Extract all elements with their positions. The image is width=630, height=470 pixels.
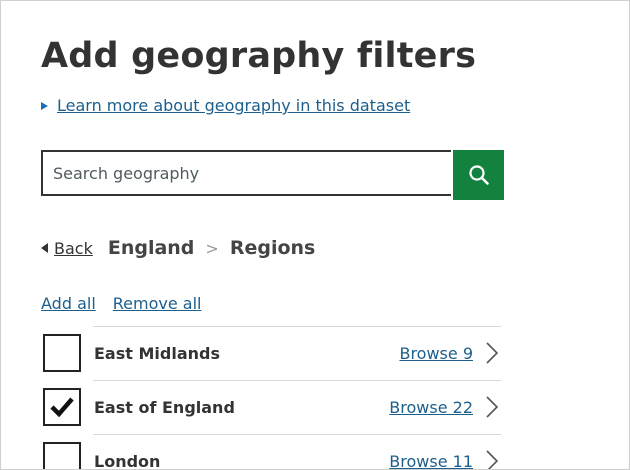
triangle-right-icon [41,101,48,110]
list-item: London Browse 11 [41,434,501,470]
chevron-right-icon[interactable] [485,395,499,419]
learn-more-link[interactable]: Learn more about geography in this datas… [57,96,410,115]
breadcrumb-separator: > [205,238,219,258]
browse-link[interactable]: Browse 9 [399,344,473,363]
region-label: East Midlands [94,344,220,363]
browse-link[interactable]: Browse 22 [389,398,473,417]
breadcrumb-item-regions: Regions [229,237,316,259]
row-divider [93,434,501,435]
triangle-left-icon [41,243,48,253]
list-item: East Midlands Browse 9 [41,326,501,380]
chevron-right-icon[interactable] [485,341,499,365]
browse-link[interactable]: Browse 11 [389,452,473,469]
row-divider [93,326,501,327]
bulk-actions: Add all Remove all [41,294,218,313]
search-button[interactable] [453,150,504,200]
chevron-right-icon[interactable] [485,449,499,470]
region-list: East Midlands Browse 9 East of England B… [41,326,501,470]
details-toggle[interactable]: Learn more about geography in this datas… [41,96,410,115]
breadcrumb: Back England > Regions [41,237,315,259]
checkbox-east-of-england[interactable] [43,388,81,426]
checkbox-east-midlands[interactable] [43,334,81,372]
breadcrumb-item-england: England [107,237,195,259]
checkmark-icon [50,397,74,418]
region-label: London [94,452,161,470]
region-label: East of England [94,398,235,417]
row-divider [93,380,501,381]
page-title: Add geography filters [41,36,477,76]
search-icon [468,165,489,185]
search-input[interactable] [41,150,451,196]
list-item: East of England Browse 22 [41,380,501,434]
back-link[interactable]: Back [41,239,93,258]
back-label: Back [54,238,93,258]
page-frame: Add geography filters Learn more about g… [0,0,630,470]
checkbox-london[interactable] [43,442,81,469]
remove-all-link[interactable]: Remove all [113,294,202,313]
add-all-link[interactable]: Add all [41,294,96,313]
